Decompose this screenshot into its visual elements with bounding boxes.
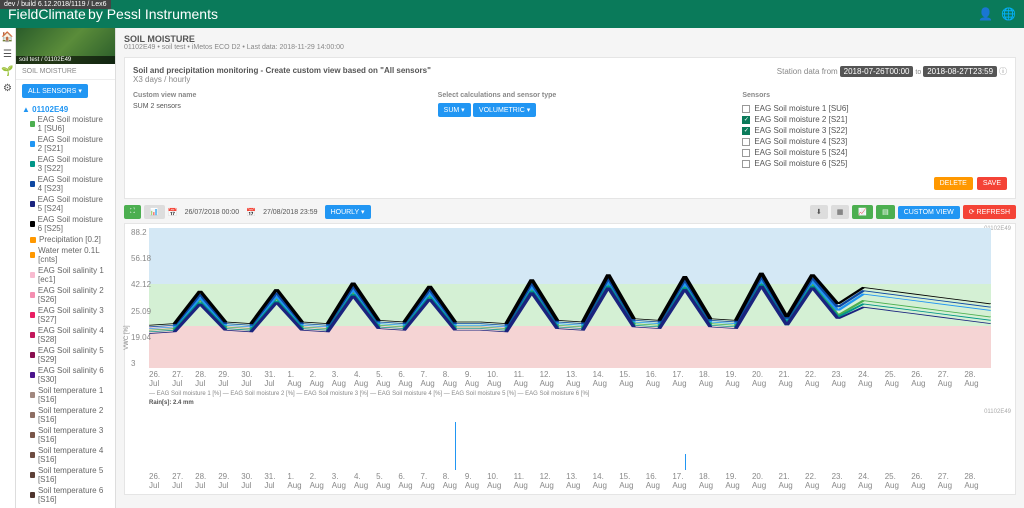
iconbar: 🏠 ☰ 🌱 ⚙	[0, 28, 16, 508]
user-icon[interactable]: 👤	[978, 7, 993, 21]
tree-item[interactable]: EAG Soil moisture 2 [S21]	[22, 134, 109, 154]
sensor-checkbox-row[interactable]: EAG Soil moisture 4 [S23]	[742, 136, 1007, 147]
expand-button[interactable]: ⛶	[124, 205, 141, 219]
page-meta: 01102E49 • soil test • iMetos ECO D2 • L…	[124, 44, 1016, 51]
calendar-from-icon[interactable]: 📅	[168, 208, 178, 217]
sensor-checkbox-row[interactable]: ✓EAG Soil moisture 2 [S21]	[742, 114, 1007, 125]
hourly-button[interactable]: HOURLY ▾	[325, 205, 371, 219]
tree-item[interactable]: EAG Soil salinity 5 [S29]	[22, 345, 109, 365]
volumetric-button[interactable]: VOLUMETRIC ▾	[473, 103, 536, 117]
leaf-icon[interactable]: 🌱	[1, 66, 13, 77]
tree-item[interactable]: Soil temperature 6 [S16]	[22, 485, 109, 505]
tree-item[interactable]: EAG Soil salinity 2 [S26]	[22, 285, 109, 305]
date-to[interactable]: 2018-08-27T23:59	[923, 66, 997, 77]
date-from[interactable]: 2018-07-26T00:00	[840, 66, 914, 77]
sensor-checkbox-row[interactable]: EAG Soil moisture 5 [S24]	[742, 147, 1007, 158]
tree-item[interactable]: EAG Soil moisture 5 [S24]	[22, 194, 109, 214]
grid-button[interactable]: ▤	[876, 205, 895, 219]
panel-sub: X3 days / hourly	[133, 75, 190, 84]
date-range: Station data from 2018-07-26T00:00 to 20…	[777, 66, 1007, 84]
col-custom-name-h: Custom view name	[133, 92, 398, 99]
list-icon[interactable]: ☰	[3, 49, 12, 60]
tree-item[interactable]: EAG Soil salinity 6 [S30]	[22, 365, 109, 385]
tree-item[interactable]: EAG Soil moisture 3 [S22]	[22, 154, 109, 174]
download-button[interactable]: ⬇	[810, 205, 828, 219]
tree-item[interactable]: Soil temperature 4 [S16]	[22, 445, 109, 465]
soil-moisture-chart: 01102E49 VWC [%] 88.256.1842.1225.0919.0…	[124, 223, 1016, 495]
tree-item[interactable]: EAG Soil moisture 1 [SU6]	[22, 114, 109, 134]
daterange-label: Station data from	[777, 67, 838, 76]
build-tag: dev / build 6.12.2018/1119 / Lex6	[0, 0, 111, 9]
delete-button[interactable]: DELETE	[934, 177, 973, 190]
help-icon[interactable]: ⓘ	[999, 67, 1007, 76]
table-button[interactable]: ▦	[831, 205, 850, 219]
tree-item[interactable]: EAG Soil moisture 6 [S25]	[22, 214, 109, 234]
rain-title: Rain[s]: 2.4 mm	[149, 400, 991, 406]
sensor-checkbox-row[interactable]: ✓EAG Soil moisture 3 [S22]	[742, 125, 1007, 136]
chart-legend: — EAG Soil moisture 1 [%] — EAG Soil moi…	[149, 391, 991, 397]
tree-item[interactable]: Soil temperature 3 [S16]	[22, 425, 109, 445]
custom-view-button[interactable]: CUSTOM VIEW	[898, 206, 960, 219]
y-label: VWC [%]	[124, 325, 130, 349]
topbar: FieldClimate by Pessl Instruments 👤 🌐	[0, 0, 1024, 28]
col-sensors-h: Sensors	[742, 92, 1007, 99]
toolbar-date-from[interactable]: 26/07/2018 00:00	[181, 207, 244, 218]
chart-toolbar: ⛶ 📊 📅26/07/2018 00:00 📅27/08/2018 23:59 …	[124, 205, 1016, 219]
sensor-checkbox-row[interactable]: EAG Soil moisture 6 [S25]	[742, 158, 1007, 169]
tree-item[interactable]: Water meter 0.1L [cnts]	[22, 245, 109, 265]
tree-item[interactable]: EAG Soil salinity 4 [S28]	[22, 325, 109, 345]
chart-view-button[interactable]: 📊	[144, 205, 165, 219]
chart-button[interactable]: 📈	[852, 205, 873, 219]
tree-item[interactable]: Soil temperature 5 [S16]	[22, 465, 109, 485]
toolbar-date-to[interactable]: 27/08/2018 23:59	[259, 207, 322, 218]
tree-item[interactable]: Precipitation [0.2]	[22, 234, 109, 245]
col-calc-h: Select calculations and sensor type	[438, 92, 703, 99]
all-sensors-button[interactable]: ALL SENSORS ▾	[22, 84, 88, 98]
sensor-tree: ▲ 01102E49 EAG Soil moisture 1 [SU6]EAG …	[16, 102, 115, 508]
tree-item[interactable]: Soil temperature 2 [S16]	[22, 405, 109, 425]
sum-button[interactable]: SUM ▾	[438, 103, 471, 117]
panel-title: Soil and precipitation monitoring - Crea…	[133, 66, 431, 75]
save-button[interactable]: SAVE	[977, 177, 1007, 190]
calendar-to-icon[interactable]: 📅	[246, 208, 256, 217]
tree-item[interactable]: EAG Soil salinity 1 [ec1]	[22, 265, 109, 285]
tree-item[interactable]: Soil temperature 1 [S16]	[22, 385, 109, 405]
sidebar: soil test / 01102E49 SOIL MOISTURE ALL S…	[16, 28, 116, 508]
top-icons: 👤 🌐	[978, 7, 1016, 21]
page-title: SOIL MOISTURE	[124, 34, 1016, 44]
custom-view-name: SUM 2 sensors	[133, 103, 398, 110]
globe-icon[interactable]: 🌐	[1001, 7, 1016, 21]
home-icon[interactable]: 🏠	[1, 32, 13, 43]
main: SOIL MOISTURE 01102E49 • soil test • iMe…	[116, 28, 1024, 508]
refresh-button[interactable]: ⟳ REFRESH	[963, 205, 1016, 219]
config-panel: Soil and precipitation monitoring - Crea…	[124, 57, 1016, 199]
gear-icon[interactable]: ⚙	[3, 83, 12, 94]
station-node[interactable]: ▲ 01102E49	[22, 105, 109, 114]
tree-item[interactable]: EAG Soil moisture 4 [S23]	[22, 174, 109, 194]
sidebar-head: SOIL MOISTURE	[16, 64, 115, 80]
sensor-checkbox-row[interactable]: EAG Soil moisture 1 [SU6]	[742, 103, 1007, 114]
thumb-caption: soil test / 01102E49	[16, 56, 115, 64]
tree-item[interactable]: EAG Soil salinity 3 [S27]	[22, 305, 109, 325]
station-thumb[interactable]: soil test / 01102E49	[16, 28, 115, 64]
